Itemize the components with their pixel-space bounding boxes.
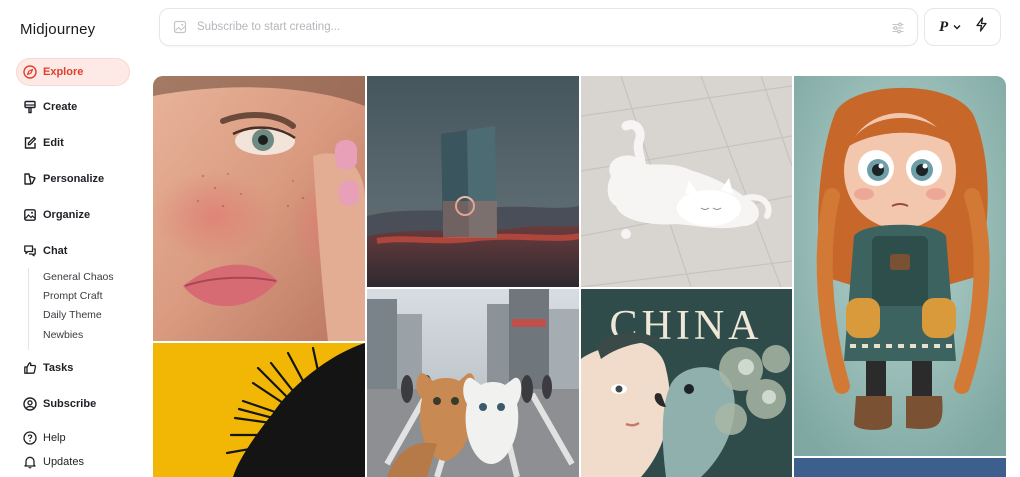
image-gallery-icon — [23, 208, 37, 222]
chat-room-prompt-craft[interactable]: Prompt Craft — [43, 290, 103, 302]
nav-label: Personalize — [43, 173, 105, 185]
preferences-box: P — [924, 8, 1001, 46]
cartoon-girl-braids-image — [794, 76, 1006, 456]
help-circle-icon — [23, 431, 37, 445]
gallery-tile-portrait[interactable] — [153, 76, 365, 341]
personalize-icon — [23, 172, 37, 186]
nav-label: Chat — [43, 245, 68, 257]
personalize-letter: P — [939, 18, 949, 35]
nav-create[interactable]: Create — [16, 93, 130, 121]
nav-subscribe[interactable]: Subscribe — [16, 390, 130, 418]
account-circle-icon — [23, 397, 37, 411]
nav-explore[interactable]: Explore — [16, 58, 130, 86]
chat-rooms-list: General Chaos Prompt Craft Daily Theme N… — [28, 268, 138, 350]
app-logo[interactable]: Midjourney — [20, 21, 95, 38]
gallery-tile-cats-selfie[interactable] — [367, 289, 579, 477]
image-icon[interactable] — [173, 20, 187, 34]
thumbs-up-icon — [23, 361, 37, 375]
nav-tasks[interactable]: Tasks — [16, 354, 130, 382]
nav-label: Create — [43, 101, 78, 113]
yellow-feather-art-image — [153, 343, 365, 477]
chat-room-newbies[interactable]: Newbies — [43, 329, 83, 341]
china-poster-parrot-image: CHINA — [581, 289, 792, 477]
blue-partial-tile-image — [794, 458, 1006, 477]
nav-updates[interactable]: Updates — [16, 448, 130, 476]
nav-label: Help — [43, 432, 66, 444]
chevron-down-icon — [953, 23, 961, 31]
portrait-woman-freckles-image — [153, 76, 365, 341]
nav-label: Edit — [43, 137, 64, 149]
gallery-tile-china-poster[interactable]: CHINA — [581, 289, 792, 477]
lightning-bolt-icon[interactable] — [975, 17, 988, 37]
gallery-tile-monolith[interactable] — [367, 76, 579, 287]
bell-icon — [23, 455, 37, 469]
nav-personalize[interactable]: Personalize — [16, 165, 130, 193]
melting-cat-figure-image — [581, 76, 792, 287]
explore-gallery: CHINA — [153, 76, 1006, 477]
nav-label: Organize — [43, 209, 91, 221]
chat-bubble-icon — [23, 244, 37, 258]
sidebar: Midjourney Explore Create Edit Personali… — [0, 0, 146, 477]
prompt-input[interactable] — [197, 21, 857, 33]
gallery-tile-yellow-feather[interactable] — [153, 343, 365, 477]
nav-label: Subscribe — [43, 398, 97, 410]
edit-pencil-icon — [23, 136, 37, 150]
gallery-tile-cartoon-girl[interactable] — [794, 76, 1006, 456]
chat-room-general-chaos[interactable]: General Chaos — [43, 271, 114, 283]
personalize-toggle[interactable]: P — [939, 19, 961, 36]
nav-label: Explore — [43, 66, 84, 78]
nav-chat[interactable]: Chat — [16, 237, 130, 265]
cats-selfie-city-image — [367, 289, 579, 477]
settings-sliders-icon[interactable] — [891, 21, 905, 35]
nav-label: Updates — [43, 456, 84, 468]
gallery-tile-blue[interactable] — [794, 458, 1006, 477]
monolith-sunset-landscape-image — [367, 76, 579, 287]
nav-organize[interactable]: Organize — [16, 201, 130, 229]
nav-label: Tasks — [43, 362, 74, 374]
gallery-tile-melting-cat[interactable] — [581, 76, 792, 287]
chat-room-daily-theme[interactable]: Daily Theme — [43, 309, 102, 321]
compass-icon — [23, 65, 37, 79]
paintbrush-icon — [23, 100, 37, 114]
prompt-bar[interactable] — [159, 8, 918, 46]
nav-edit[interactable]: Edit — [16, 129, 130, 157]
